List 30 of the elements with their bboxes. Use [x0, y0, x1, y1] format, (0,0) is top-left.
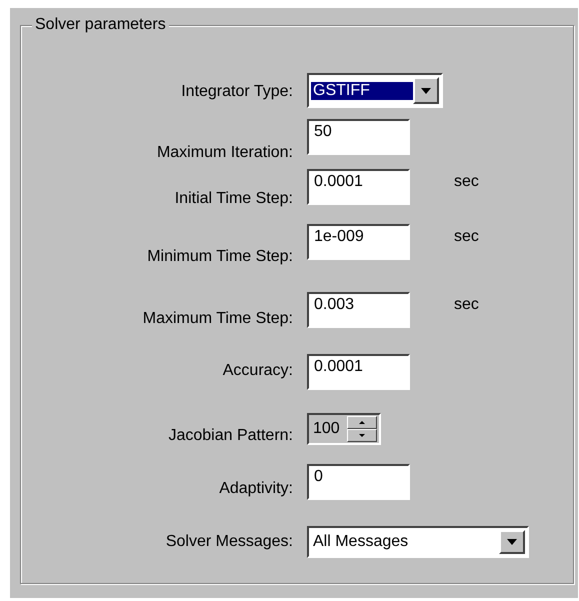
unit-label: sec [454, 228, 479, 246]
dropdown[interactable]: All Messages [307, 526, 529, 558]
field-label: Minimum Time Step: [146, 248, 294, 266]
dropdown[interactable]: GSTIFF [307, 73, 443, 108]
field-label: Maximum Time Step: [142, 310, 294, 328]
dropdown-button[interactable] [499, 530, 525, 554]
up-arrow-icon [359, 421, 365, 424]
spin-value: 100 [312, 420, 341, 438]
down-arrow-icon [359, 434, 365, 437]
input-field[interactable]: 50 [307, 119, 410, 155]
field-label: Initial Time Step: [174, 190, 294, 208]
field-label: Adaptivity: [218, 480, 294, 498]
caret-icon [507, 539, 517, 545]
caret-icon [421, 88, 431, 94]
dropdown-value: All Messages [312, 533, 410, 551]
field-label: Integrator Type: [180, 83, 294, 101]
field-label: Maximum Iteration: [156, 144, 294, 162]
input-field[interactable]: 0.003 [307, 292, 410, 328]
input-field[interactable]: 0.0001 [307, 354, 410, 390]
unit-label: sec [454, 296, 479, 314]
dropdown-value: GSTIFF [311, 82, 413, 100]
group-title: Solver parameters [32, 16, 169, 34]
input-field[interactable]: 0 [307, 464, 410, 500]
unit-label: sec [454, 173, 479, 191]
dropdown-button[interactable] [413, 77, 439, 104]
field-label: Solver Messages: [164, 533, 294, 551]
field-label: Jacobian Pattern: [167, 427, 294, 445]
input-field[interactable]: 1e-009 [307, 224, 410, 260]
input-field[interactable]: 0.0001 [307, 169, 410, 205]
field-label: Accuracy: [222, 362, 294, 380]
